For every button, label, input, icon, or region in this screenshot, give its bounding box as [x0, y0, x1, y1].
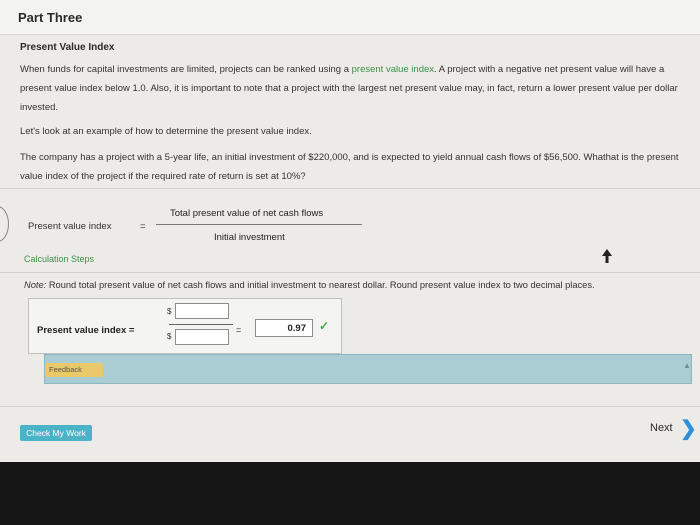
- answer-fraction-bar: [169, 324, 233, 325]
- answer-box: Present value index = $ $ = 0.97 ✓: [28, 298, 342, 354]
- calculation-steps-link[interactable]: Calculation Steps: [24, 254, 94, 264]
- example-lead: Let's look at an example of how to deter…: [20, 126, 312, 137]
- chevron-up-icon[interactable]: ▲: [683, 361, 691, 370]
- feedback-label: Feedback: [49, 365, 82, 374]
- formula-bracket: [0, 206, 9, 242]
- part-header: Part Three: [0, 0, 700, 35]
- formula-numerator: Total present value of net cash flows: [170, 208, 324, 219]
- currency-symbol: $: [167, 332, 172, 341]
- section-title: Present Value Index: [20, 42, 115, 53]
- intro-text-start: When funds for capital investments are l…: [20, 64, 352, 75]
- next-button[interactable]: Next: [650, 422, 673, 434]
- divider: [0, 272, 700, 273]
- screen: Part Three Present Value Index When fund…: [0, 0, 700, 462]
- intro-paragraph: When funds for capital investments are l…: [20, 60, 690, 117]
- present-value-index-link[interactable]: present value index: [352, 64, 434, 75]
- formula-fraction-bar: [156, 224, 362, 225]
- answer-equals: =: [236, 325, 242, 335]
- answer-label: Present value index =: [37, 325, 135, 336]
- total-present-value-input[interactable]: [175, 303, 229, 319]
- feedback-panel[interactable]: Feedback ▲: [44, 354, 692, 384]
- monitor-bezel: [0, 462, 700, 525]
- checkmark-icon: ✓: [319, 319, 330, 333]
- divider: [0, 406, 700, 407]
- present-value-index-result[interactable]: 0.97: [255, 319, 313, 337]
- page-title: Part Three: [18, 10, 83, 25]
- rounding-note: Note: Round total present value of net c…: [24, 280, 595, 290]
- chevron-right-icon[interactable]: ❯: [680, 416, 697, 441]
- problem-statement: The company has a project with a 5-year …: [20, 152, 679, 182]
- note-prefix: Note:: [24, 280, 47, 290]
- formula-label: Present value index: [28, 221, 112, 232]
- divider: [0, 188, 700, 189]
- formula-equals: =: [140, 221, 146, 232]
- initial-investment-input[interactable]: [175, 329, 229, 345]
- note-text: Round total present value of net cash fl…: [46, 280, 595, 290]
- currency-symbol: $: [167, 307, 172, 316]
- check-my-work-button[interactable]: Check My Work: [20, 425, 92, 441]
- formula-denominator: Initial investment: [214, 232, 285, 243]
- mouse-cursor-icon: [602, 249, 612, 263]
